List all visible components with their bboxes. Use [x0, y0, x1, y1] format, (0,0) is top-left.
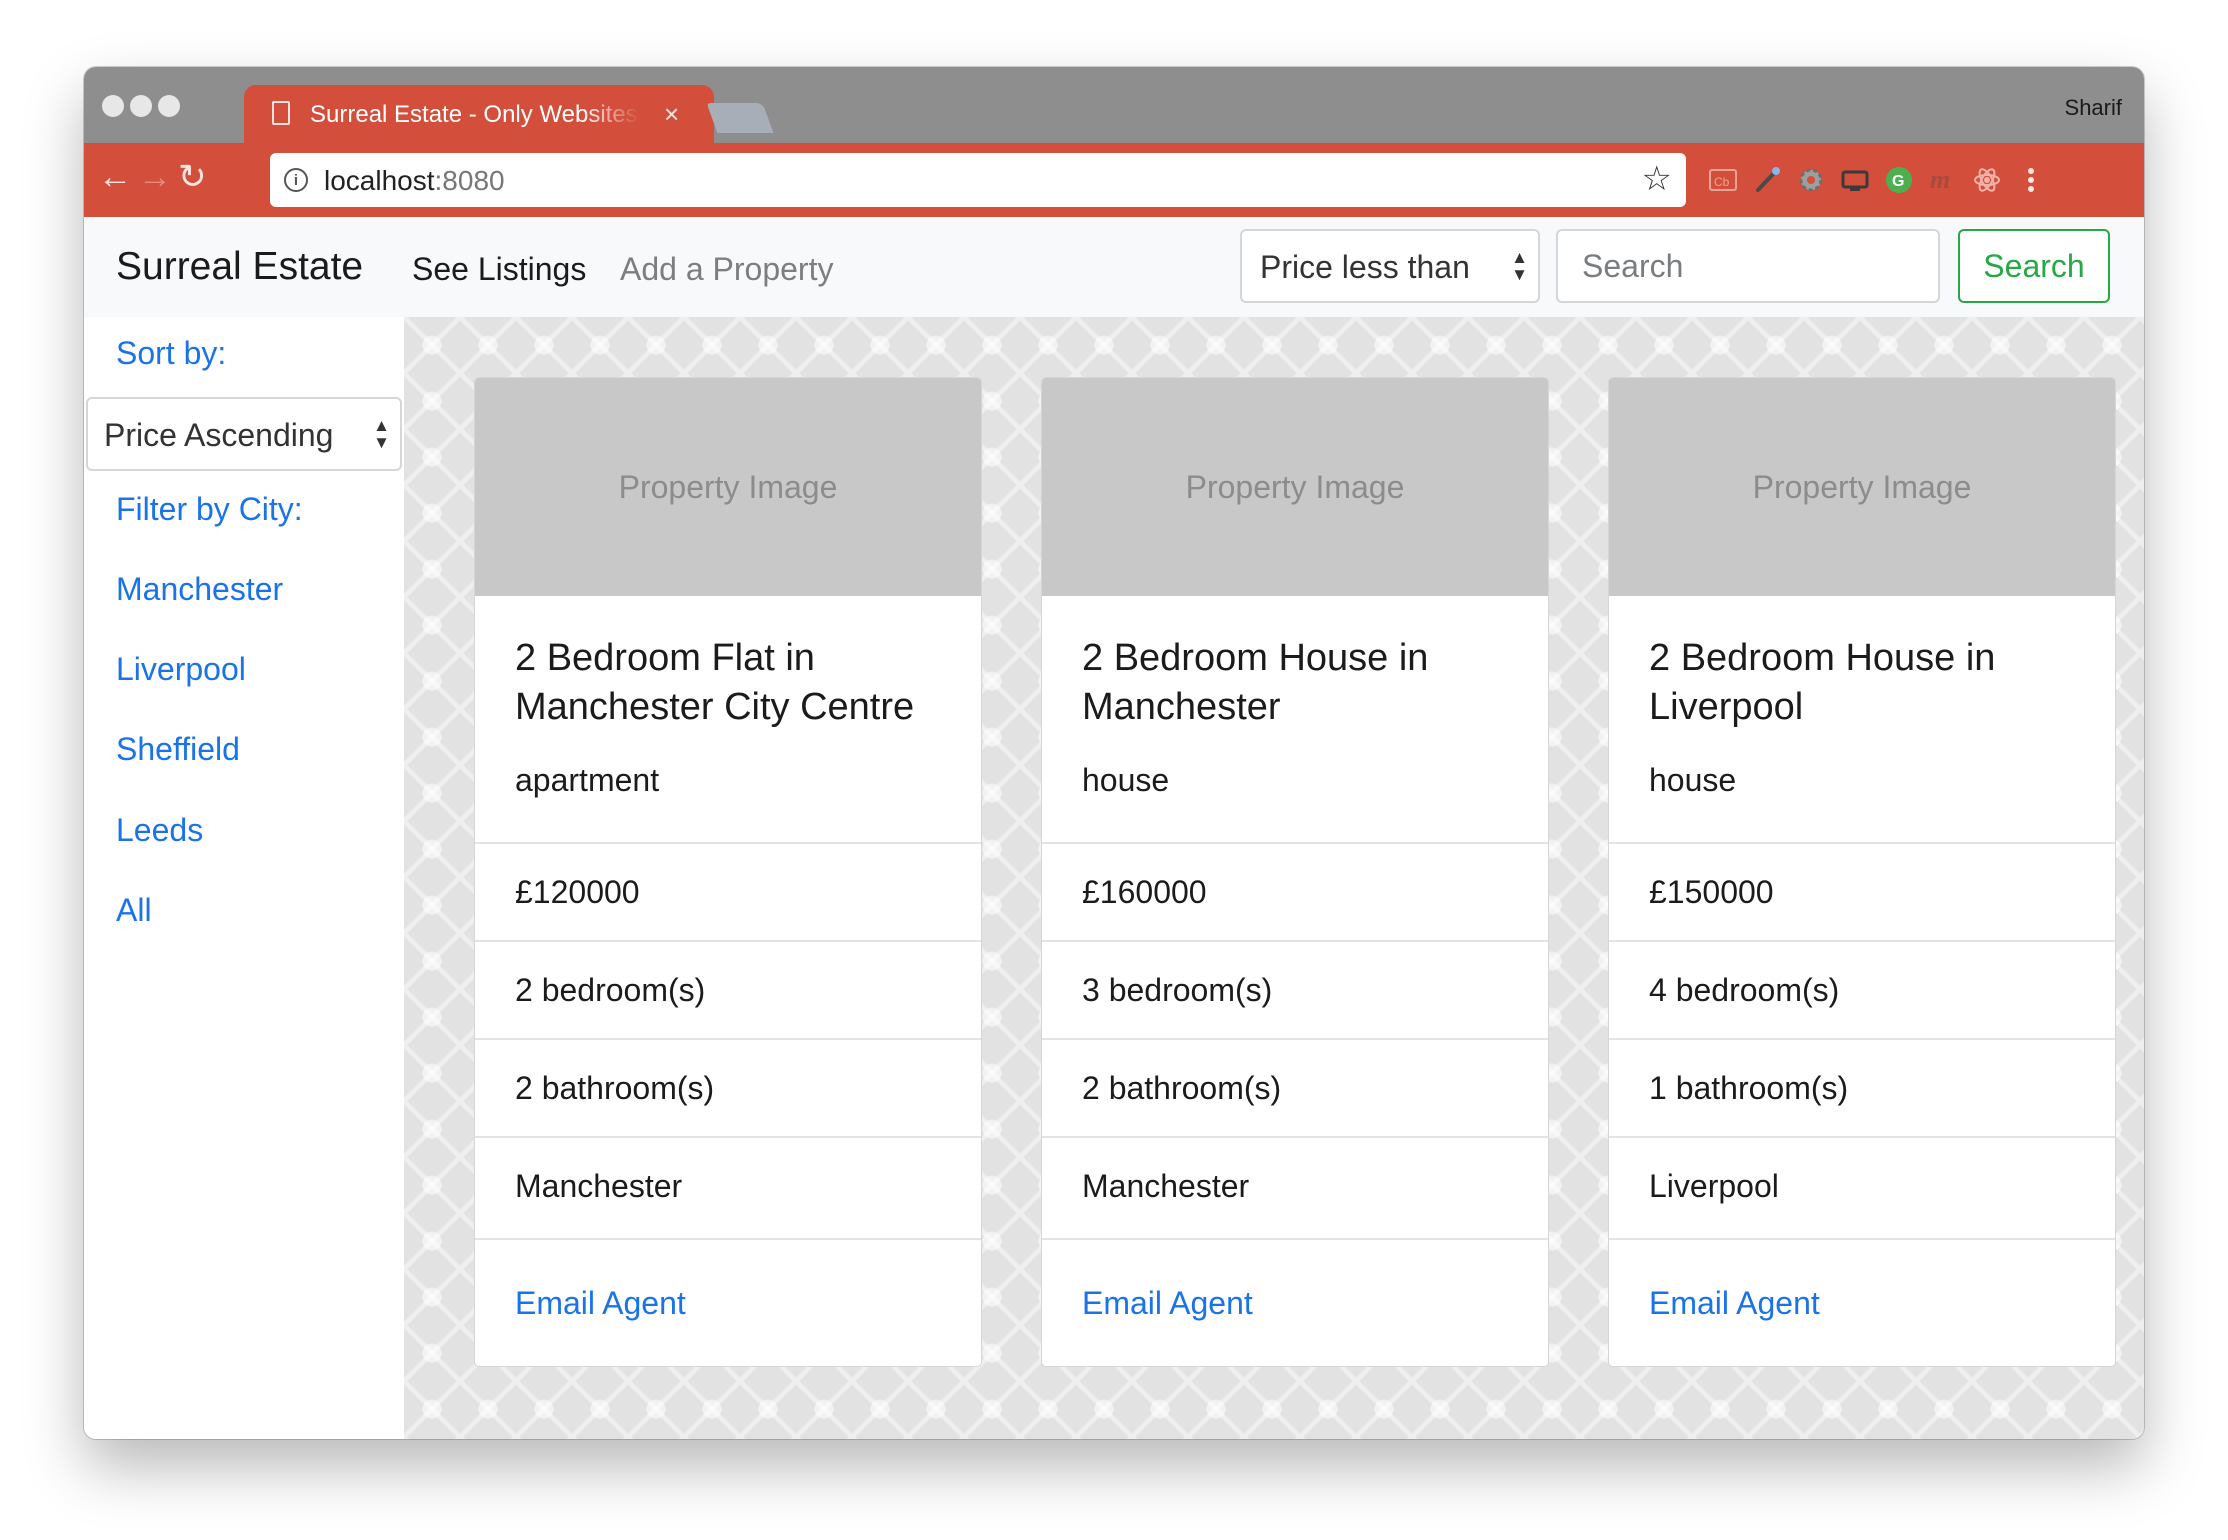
bathrooms-row: 2 bathroom(s) [1042, 1038, 1548, 1136]
email-agent-link[interactable]: Email Agent [1649, 1285, 1820, 1322]
city-link-manchester[interactable]: Manchester [116, 571, 283, 608]
tab-close-icon[interactable]: × [664, 99, 679, 130]
city-link-sheffield[interactable]: Sheffield [116, 731, 240, 768]
city-row: Manchester [475, 1136, 981, 1234]
back-arrow-icon[interactable]: ← [98, 157, 132, 197]
property-bathrooms: 2 bathroom(s) [1082, 1070, 1282, 1106]
page-icon [272, 101, 290, 125]
browser-toolbar: ← → ↻ i localhost:8080 ☆ Cb G m [84, 143, 2144, 217]
select-arrows-icon: ▲ ▼ [1511, 248, 1528, 284]
property-card: Property Image 2 Bedroom Flat in Manches… [474, 377, 982, 1367]
sort-by-label: Sort by: [116, 335, 227, 371]
browser-titlebar: Surreal Estate - Only Websites × Sharif [84, 67, 2144, 143]
city-link-liverpool[interactable]: Liverpool [116, 651, 246, 688]
property-image-placeholder: Property Image [475, 378, 981, 596]
property-city: Liverpool [1649, 1168, 1779, 1204]
svg-text:Cb: Cb [1714, 175, 1730, 189]
bedrooms-row: 4 bedroom(s) [1609, 940, 2115, 1038]
select-arrows-icon: ▲ ▼ [373, 416, 390, 452]
city-link-leeds[interactable]: Leeds [116, 812, 203, 849]
price-filter-select[interactable]: Price less than ▲ ▼ [1240, 229, 1540, 303]
browser-window: Surreal Estate - Only Websites × Sharif … [84, 67, 2144, 1439]
property-price: £120000 [515, 874, 640, 910]
search-input[interactable] [1556, 229, 1940, 303]
nav-link-see-listings[interactable]: See Listings [412, 251, 586, 288]
city-row: Liverpool [1609, 1136, 2115, 1234]
property-bathrooms: 1 bathroom(s) [1649, 1070, 1849, 1106]
card-footer: Email Agent [475, 1238, 981, 1366]
property-title: 2 Bedroom House in Liverpool [1649, 637, 1996, 728]
close-window-icon[interactable] [102, 95, 124, 117]
email-agent-link[interactable]: Email Agent [1082, 1285, 1253, 1322]
search-button[interactable]: Search [1958, 229, 2110, 303]
property-city: Manchester [515, 1168, 683, 1204]
property-bedrooms: 4 bedroom(s) [1649, 972, 1840, 1008]
property-title: 2 Bedroom Flat in Manchester City Centre [515, 637, 915, 728]
grammarly-extension-icon[interactable]: G [1884, 165, 1914, 195]
info-icon[interactable]: i [284, 168, 308, 192]
app-navbar: Surreal Estate See Listings Add a Proper… [84, 217, 2144, 317]
menu-kebab-icon[interactable] [2016, 165, 2046, 195]
svg-text:G: G [1892, 173, 1904, 190]
forward-arrow-icon[interactable]: → [138, 157, 172, 197]
profile-name[interactable]: Sharif [2065, 95, 2122, 121]
url-host: localhost [324, 165, 435, 196]
property-type: house [1082, 762, 1170, 798]
url-port: :8080 [434, 165, 505, 196]
maximize-window-icon[interactable] [158, 95, 180, 117]
property-card: Property Image 2 Bedroom House in Manche… [1041, 377, 1549, 1367]
city-row: Manchester [1042, 1136, 1548, 1234]
property-card: Property Image 2 Bedroom House in Liverp… [1608, 377, 2116, 1367]
bedrooms-row: 2 bedroom(s) [475, 940, 981, 1038]
url-text: localhost:8080 [324, 165, 505, 197]
property-bedrooms: 3 bedroom(s) [1082, 972, 1273, 1008]
react-devtools-extension-icon[interactable] [1972, 165, 2002, 195]
sort-select-value: Price Ascending [104, 417, 334, 453]
city-link-all[interactable]: All [116, 892, 152, 929]
email-agent-link[interactable]: Email Agent [515, 1285, 686, 1322]
new-tab-button[interactable] [706, 103, 774, 133]
minimize-window-icon[interactable] [130, 95, 152, 117]
listings-area: Property Image 2 Bedroom Flat in Manches… [404, 317, 2144, 1439]
property-type: house [1649, 762, 1737, 798]
property-type: apartment [515, 762, 660, 798]
address-bar[interactable]: i localhost:8080 ☆ [270, 153, 1686, 207]
price-row: £120000 [475, 842, 981, 940]
browser-tab[interactable]: Surreal Estate - Only Websites × [244, 85, 714, 143]
card-footer: Email Agent [1609, 1238, 2115, 1366]
bathrooms-row: 2 bathroom(s) [475, 1038, 981, 1136]
tab-title: Surreal Estate - Only Websites [310, 101, 638, 128]
bathrooms-row: 1 bathroom(s) [1609, 1038, 2115, 1136]
gear-extension-icon[interactable] [1796, 165, 1826, 195]
eyedropper-extension-icon[interactable] [1752, 165, 1782, 195]
cb-extension-icon[interactable]: Cb [1708, 165, 1738, 195]
property-title: 2 Bedroom House in Manchester [1082, 637, 1429, 728]
brand-logo-text[interactable]: Surreal Estate [116, 245, 363, 289]
property-image-placeholder: Property Image [1609, 378, 2115, 596]
m-extension-icon[interactable]: m [1928, 165, 1958, 195]
nav-link-add-property[interactable]: Add a Property [620, 251, 833, 288]
property-bedrooms: 2 bedroom(s) [515, 972, 706, 1008]
bookmark-star-icon[interactable]: ☆ [1642, 159, 1672, 199]
sort-select[interactable]: Price Ascending ▲ ▼ [86, 397, 402, 471]
price-filter-value: Price less than [1260, 249, 1470, 285]
property-price: £160000 [1082, 874, 1207, 910]
svg-text:m: m [1930, 165, 1950, 194]
bedrooms-row: 3 bedroom(s) [1042, 940, 1548, 1038]
price-row: £160000 [1042, 842, 1548, 940]
price-row: £150000 [1609, 842, 2115, 940]
property-price: £150000 [1649, 874, 1774, 910]
property-city: Manchester [1082, 1168, 1250, 1204]
property-bathrooms: 2 bathroom(s) [515, 1070, 715, 1106]
reload-icon[interactable]: ↻ [178, 157, 207, 197]
card-footer: Email Agent [1042, 1238, 1548, 1366]
screen-extension-icon[interactable] [1840, 165, 1870, 195]
property-image-placeholder: Property Image [1042, 378, 1548, 596]
sidebar: Sort by: Price Ascending ▲ ▼ Filter by Ci… [84, 317, 404, 1439]
filter-by-city-label: Filter by City: [116, 491, 303, 527]
